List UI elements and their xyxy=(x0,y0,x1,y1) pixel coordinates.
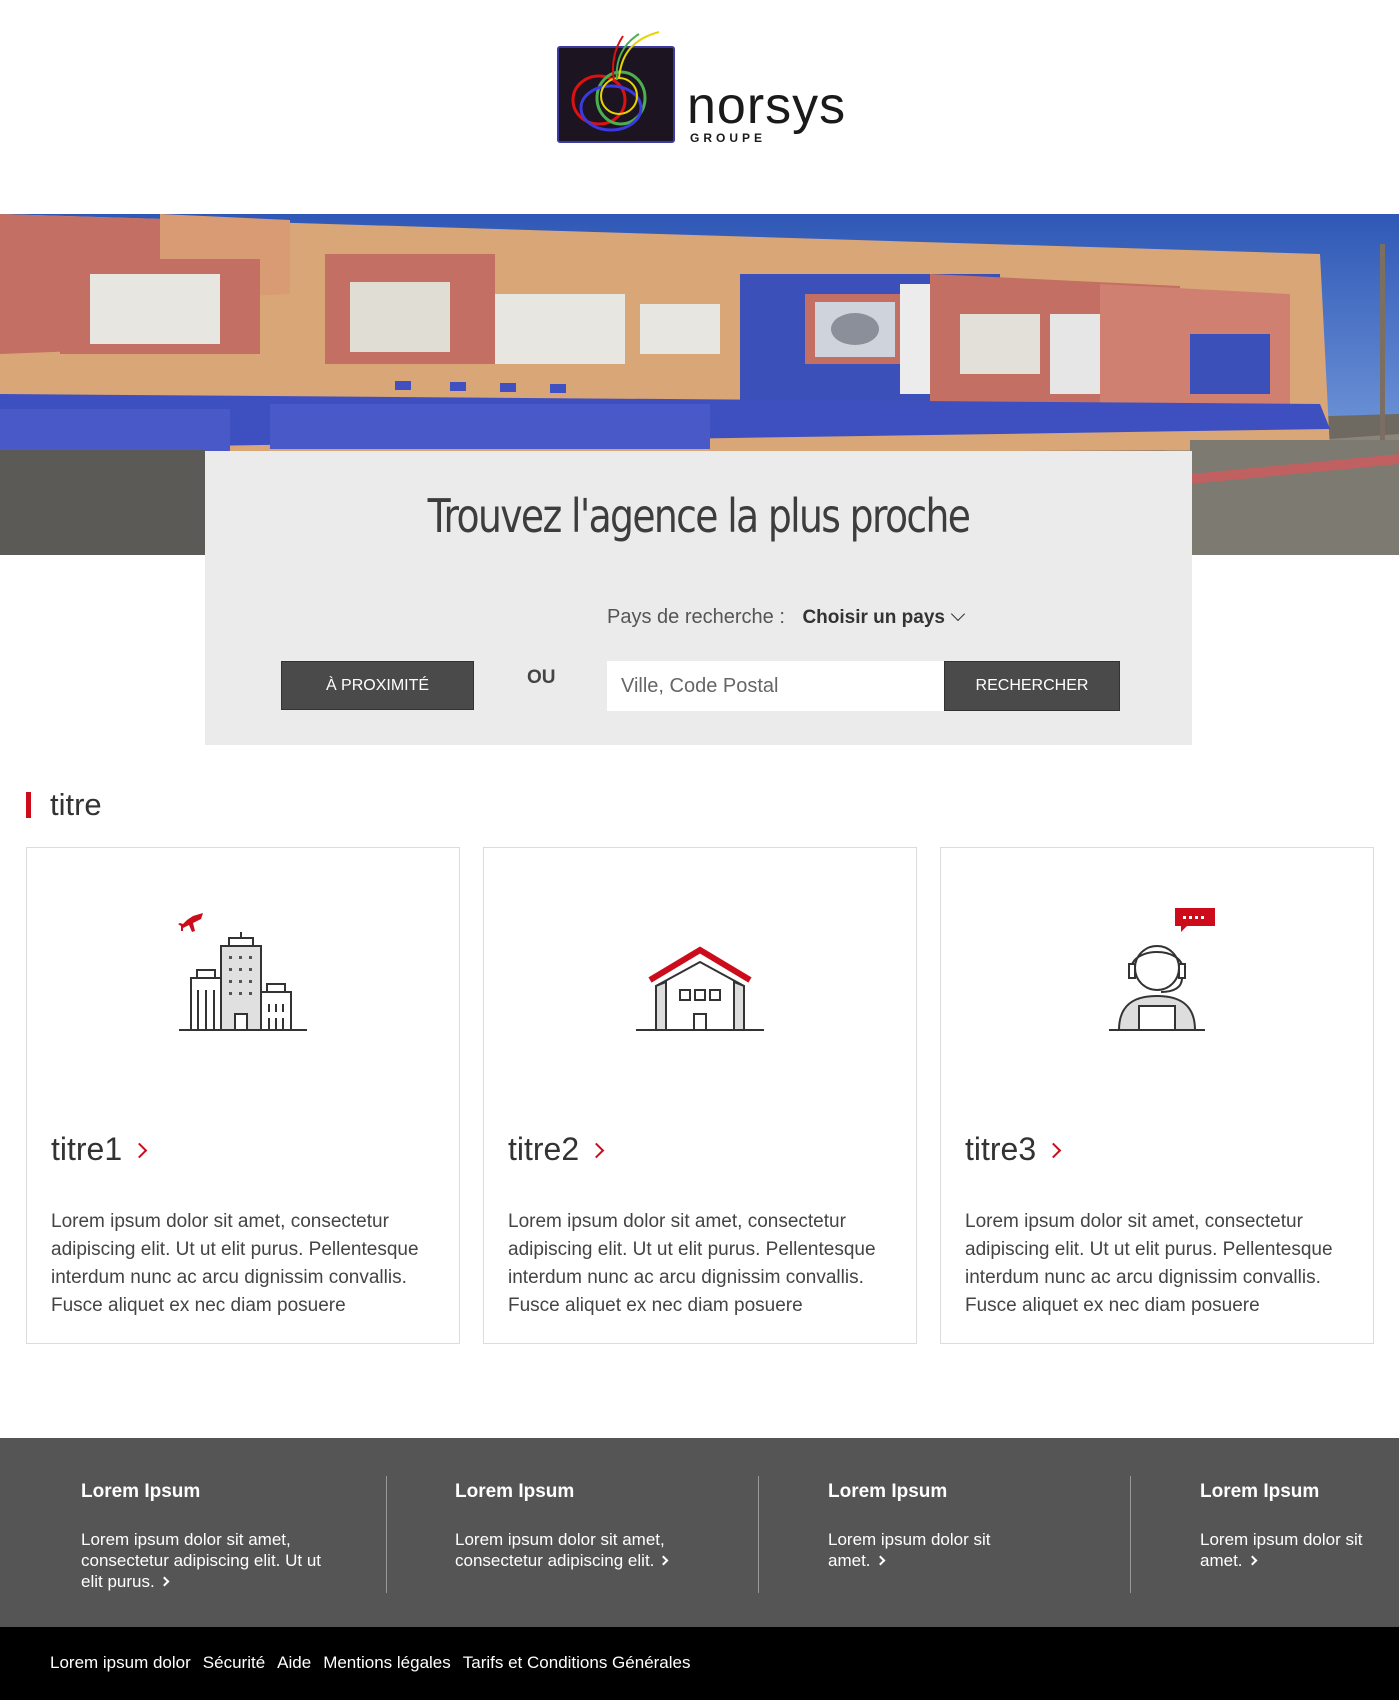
legal-bar: Lorem ipsum dolor Sécurité Aide Mentions… xyxy=(0,1627,1399,1700)
footer-heading: Lorem Ipsum xyxy=(81,1481,201,1502)
section-heading: titre xyxy=(26,785,102,825)
card-description: Lorem ipsum dolor sit amet, consectetur … xyxy=(508,1211,876,1316)
card-list: titre1 Lorem ipsum dolor sit amet, conse… xyxy=(26,847,1375,1344)
card-title-text: titre2 xyxy=(508,1131,580,1167)
chevron-right-icon xyxy=(588,1142,605,1159)
city-postal-input[interactable] xyxy=(607,661,949,711)
legal-link-tarifs[interactable]: Tarifs et Conditions Générales xyxy=(463,1653,691,1673)
card-titre1[interactable]: titre1 Lorem ipsum dolor sit amet, conse… xyxy=(26,847,460,1344)
chevron-right-icon xyxy=(1247,1555,1257,1566)
header: norsys GROUPE xyxy=(0,0,1399,214)
footer-heading: Lorem Ipsum xyxy=(1200,1481,1320,1502)
footer-link-text: Lorem ipsum dolor sit amet, consectetur … xyxy=(455,1530,665,1570)
section-accent-bar xyxy=(26,792,31,818)
footer-link[interactable]: Lorem ipsum dolor sit amet. xyxy=(828,1529,1018,1571)
chevron-right-icon xyxy=(658,1555,669,1566)
footer-column-2: Lorem Ipsum Lorem ipsum dolor sit amet, … xyxy=(455,1438,725,1627)
footer-link-text: Lorem ipsum dolor sit amet, consectetur … xyxy=(81,1530,322,1591)
footer-heading: Lorem Ipsum xyxy=(455,1481,575,1502)
page: norsys GROUPE Trouvez l'agence la plus p… xyxy=(0,0,1399,1700)
or-label: OU xyxy=(527,667,556,688)
chevron-right-icon xyxy=(875,1555,885,1566)
house-icon xyxy=(484,906,916,1036)
footer-column-4: Lorem Ipsum Lorem ipsum dolor sit amet. xyxy=(1200,1438,1399,1627)
footer-heading: Lorem Ipsum xyxy=(828,1481,948,1502)
logo-wordmark: norsys xyxy=(687,77,847,135)
footer-divider xyxy=(1130,1476,1131,1593)
agency-search-panel: Trouvez l'agence la plus proche Pays de … xyxy=(205,451,1192,745)
country-row: Pays de recherche : Choisir un pays xyxy=(607,606,966,629)
footer-link[interactable]: Lorem ipsum dolor sit amet, consectetur … xyxy=(81,1529,341,1592)
footer-link-text: Lorem ipsum dolor sit amet. xyxy=(828,1530,991,1570)
card-title-text: titre3 xyxy=(965,1131,1037,1167)
chevron-down-icon xyxy=(950,606,966,622)
chevron-right-icon xyxy=(131,1142,148,1159)
card-title: titre1 xyxy=(51,1131,148,1168)
footer: Lorem Ipsum Lorem ipsum dolor sit amet, … xyxy=(0,1438,1399,1627)
card-description: Lorem ipsum dolor sit amet, consectetur … xyxy=(965,1211,1333,1316)
nearby-button[interactable]: À PROXIMITÉ xyxy=(281,661,474,710)
footer-divider xyxy=(758,1476,759,1593)
legal-links: Lorem ipsum dolor Sécurité Aide Mentions… xyxy=(50,1653,691,1673)
card-title: titre3 xyxy=(965,1131,1062,1168)
card-description: Lorem ipsum dolor sit amet, consectetur … xyxy=(51,1211,419,1316)
legal-link-aide[interactable]: Aide xyxy=(277,1653,311,1673)
city-buildings-icon xyxy=(27,906,459,1036)
footer-link[interactable]: Lorem ipsum dolor sit amet, consectetur … xyxy=(455,1529,695,1571)
search-title: Trouvez l'agence la plus proche xyxy=(427,489,971,543)
chevron-right-icon xyxy=(159,1576,170,1587)
support-agent-icon xyxy=(941,906,1373,1036)
country-select[interactable]: Choisir un pays xyxy=(802,606,966,628)
chevron-right-icon xyxy=(1045,1142,1062,1159)
logo-mark-icon xyxy=(557,31,675,143)
card-titre3[interactable]: titre3 Lorem ipsum dolor sit amet, conse… xyxy=(940,847,1374,1344)
country-label: Pays de recherche : xyxy=(607,606,785,628)
footer-column-1: Lorem Ipsum Lorem ipsum dolor sit amet, … xyxy=(81,1438,351,1627)
country-select-value: Choisir un pays xyxy=(802,607,945,628)
legal-link-mentions[interactable]: Mentions légales xyxy=(323,1653,451,1673)
section-title: titre xyxy=(50,787,102,822)
logo-subtitle: GROUPE xyxy=(690,131,767,145)
footer-link-text: Lorem ipsum dolor sit amet. xyxy=(1200,1530,1363,1570)
footer-divider xyxy=(386,1476,387,1593)
card-title: titre2 xyxy=(508,1131,605,1168)
footer-column-3: Lorem Ipsum Lorem ipsum dolor sit amet. xyxy=(828,1438,1058,1627)
footer-link[interactable]: Lorem ipsum dolor sit amet. xyxy=(1200,1529,1390,1571)
card-title-text: titre1 xyxy=(51,1131,123,1167)
norsys-logo[interactable]: norsys GROUPE xyxy=(557,30,857,148)
card-titre2[interactable]: titre2 Lorem ipsum dolor sit amet, conse… xyxy=(483,847,917,1344)
search-button[interactable]: RECHERCHER xyxy=(944,661,1120,711)
legal-link-securite[interactable]: Sécurité xyxy=(203,1653,265,1673)
legal-link-lorem[interactable]: Lorem ipsum dolor xyxy=(50,1653,191,1673)
